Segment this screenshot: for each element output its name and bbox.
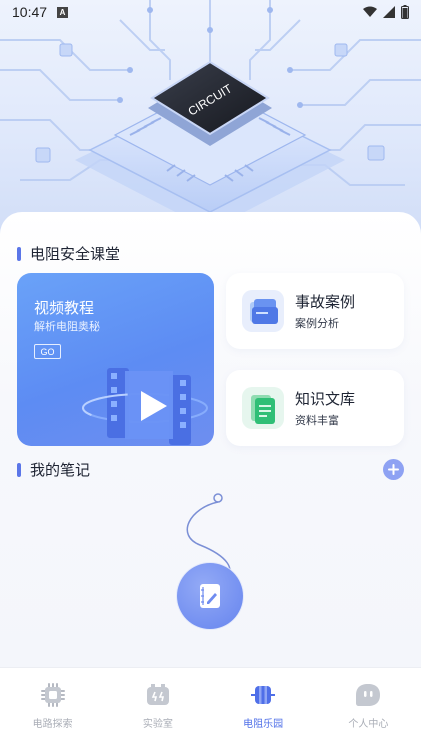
plus-icon — [388, 464, 399, 475]
tab-profile[interactable]: 个人中心 — [316, 668, 421, 748]
add-note-button[interactable] — [383, 459, 404, 480]
battery-status-icon — [401, 5, 409, 19]
section-accent-bar — [17, 462, 21, 477]
tab-circuit-explore[interactable]: 电路探索 — [0, 668, 105, 748]
video-go-button[interactable]: GO — [34, 344, 61, 359]
accident-cases-card[interactable]: 事故案例 案例分析 — [226, 273, 404, 349]
notes-section-title: 我的笔记 — [17, 459, 90, 480]
notes-empty-illustration — [176, 493, 244, 630]
wifi-icon — [363, 6, 377, 17]
document-icon — [242, 387, 284, 429]
classroom-title-text: 电阻安全课堂 — [30, 245, 121, 263]
notes-title-text: 我的笔记 — [30, 461, 91, 479]
battery-icon — [146, 684, 169, 705]
video-tutorial-card[interactable]: 视频教程 解析电阻奥秘 GO — [17, 273, 214, 446]
tab-label: 电路探索 — [32, 719, 73, 730]
bottom-tab-bar: 电路探索 实验室 电阻乐园 个人中心 — [0, 667, 421, 748]
video-card-subtitle: 解析电阻奥秘 — [34, 320, 100, 333]
signal-icon — [383, 6, 395, 18]
film-play-icon — [82, 368, 208, 445]
folder-icon — [242, 290, 284, 332]
accident-cases-title: 事故案例 — [295, 293, 356, 311]
accident-cases-subtitle: 案例分析 — [295, 317, 339, 330]
chip-icon — [40, 683, 65, 707]
profile-icon — [356, 684, 381, 706]
resistor-icon — [251, 686, 276, 704]
tab-label: 实验室 — [142, 719, 173, 730]
status-time: 10:47 — [12, 4, 48, 20]
knowledge-library-title: 知识文库 — [295, 390, 356, 408]
status-notification-badge: A — [57, 6, 69, 18]
video-card-title: 视频教程 — [34, 299, 95, 317]
tab-label: 电阻乐园 — [243, 719, 284, 730]
knowledge-library-subtitle: 资料丰富 — [295, 414, 339, 427]
classroom-section-title: 电阻安全课堂 — [17, 243, 120, 264]
tab-resistor-park[interactable]: 电阻乐园 — [211, 668, 316, 748]
knowledge-library-card[interactable]: 知识文库 资料丰富 — [226, 370, 404, 446]
tab-laboratory[interactable]: 实验室 — [105, 668, 210, 748]
tab-label: 个人中心 — [348, 719, 389, 730]
section-accent-bar — [17, 246, 21, 261]
status-bar: 10:47 A — [0, 0, 421, 24]
